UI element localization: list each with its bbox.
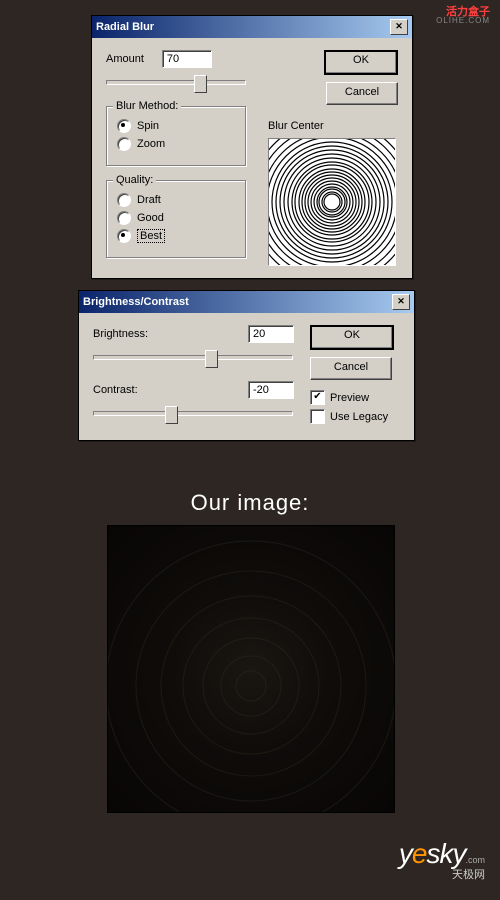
titlebar[interactable]: Brightness/Contrast ✕ [79, 291, 414, 313]
contrast-label: Contrast: [93, 384, 138, 396]
radio-zoom[interactable]: Zoom [117, 137, 235, 151]
radial-blur-dialog: Radial Blur ✕ Amount Blur Method: Spin Z… [91, 15, 413, 279]
amount-input[interactable] [162, 50, 212, 68]
preview-checkbox[interactable]: ✔Preview [310, 390, 400, 405]
group-title: Blur Method: [113, 100, 181, 112]
radio-icon [117, 211, 131, 225]
contrast-input[interactable] [248, 381, 294, 399]
brightness-input[interactable] [248, 325, 294, 343]
radio-icon [117, 193, 131, 207]
blur-method-group: Blur Method: Spin Zoom [106, 106, 246, 166]
ok-button[interactable]: OK [324, 50, 398, 75]
cancel-button[interactable]: Cancel [326, 82, 398, 105]
radio-icon [117, 137, 131, 151]
result-image [107, 525, 395, 813]
cancel-button[interactable]: Cancel [310, 357, 392, 380]
radio-icon [117, 119, 131, 133]
brightness-slider[interactable] [93, 347, 293, 367]
dialog-title: Brightness/Contrast [83, 296, 189, 308]
close-icon[interactable]: ✕ [390, 19, 408, 35]
contrast-slider[interactable] [93, 403, 293, 423]
group-title: Quality: [113, 174, 156, 186]
our-image-label: Our image: [0, 490, 500, 516]
brightness-label: Brightness: [93, 328, 148, 340]
radio-draft[interactable]: Draft [117, 193, 235, 207]
amount-slider[interactable] [106, 72, 246, 92]
radio-good[interactable]: Good [117, 211, 235, 225]
ok-button[interactable]: OK [310, 325, 394, 350]
yesky-watermark: yesky.com 天极网 [399, 838, 485, 882]
brightness-contrast-dialog: Brightness/Contrast ✕ Brightness: Contra… [78, 290, 415, 441]
blur-center-preview[interactable] [268, 138, 396, 266]
blur-center-label: Blur Center [268, 120, 398, 132]
legacy-checkbox[interactable]: Use Legacy [310, 409, 400, 424]
amount-label: Amount [106, 53, 144, 65]
checkbox-icon: ✔ [310, 390, 325, 405]
dialog-title: Radial Blur [96, 21, 154, 33]
radio-spin[interactable]: Spin [117, 119, 235, 133]
watermark-top-sub: OLIHE.COM [436, 16, 490, 25]
titlebar[interactable]: Radial Blur ✕ [92, 16, 412, 38]
radio-best[interactable]: Best [117, 229, 235, 243]
checkbox-icon [310, 409, 325, 424]
radio-icon [117, 229, 131, 243]
close-icon[interactable]: ✕ [392, 294, 410, 310]
quality-group: Quality: Draft Good Best [106, 180, 246, 258]
